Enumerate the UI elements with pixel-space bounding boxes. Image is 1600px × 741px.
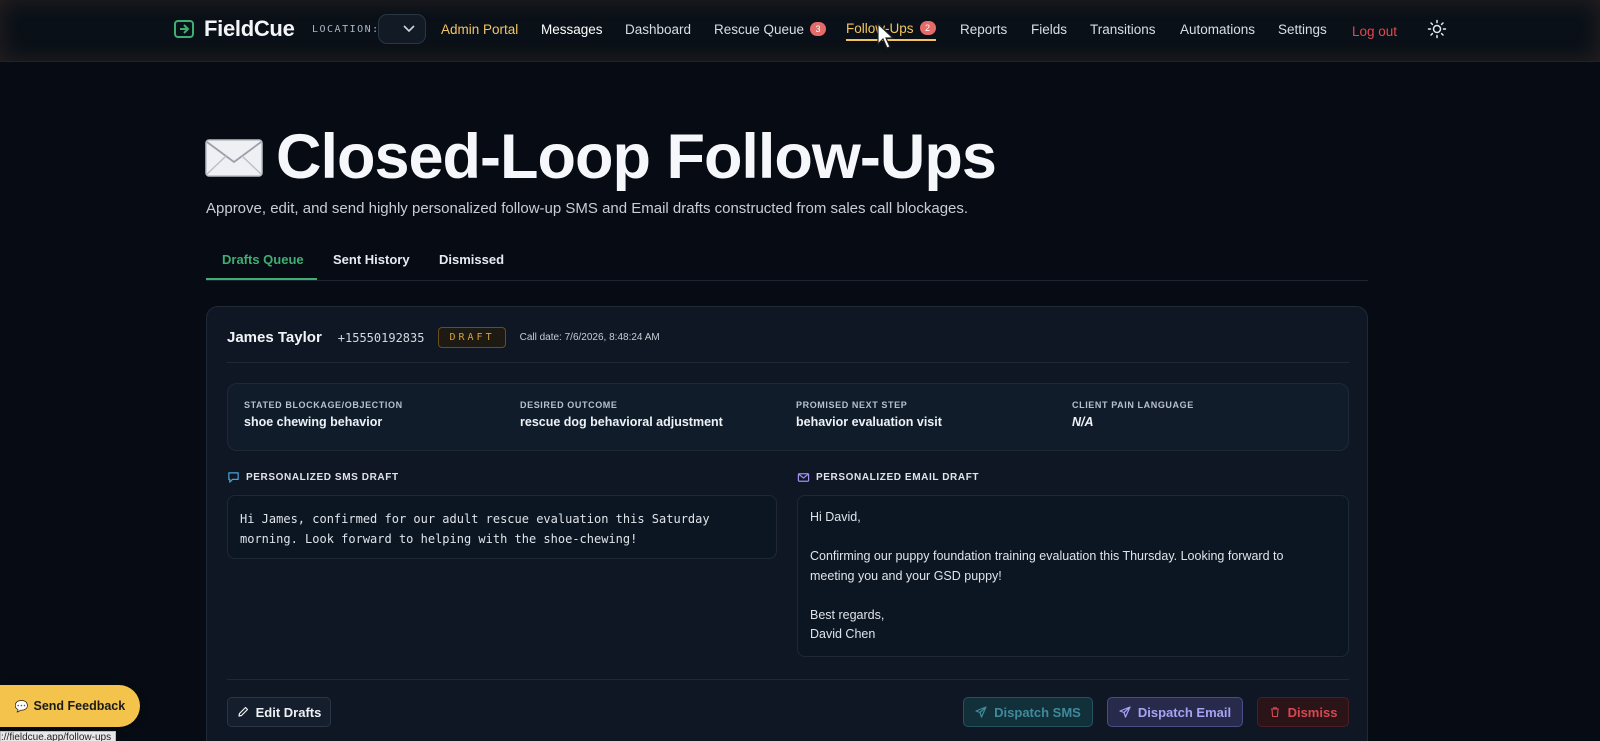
dismiss-button[interactable]: Dismiss [1257, 697, 1349, 727]
summary-label: PROMISED NEXT STEP [796, 400, 908, 410]
summary-value: behavior evaluation visit [796, 415, 942, 429]
nav-fields[interactable]: Fields [1031, 19, 1067, 41]
sun-icon[interactable] [1427, 19, 1447, 39]
sms-draft-label: PERSONALIZED SMS DRAFT [246, 472, 399, 483]
brand[interactable]: FieldCue [172, 16, 295, 42]
location-label: LOCATION: [312, 24, 380, 35]
page-subtitle: Approve, edit, and send highly personali… [206, 200, 969, 217]
logout-link[interactable]: Log out [1352, 21, 1397, 43]
mail-icon [797, 473, 810, 482]
send-icon [1119, 706, 1131, 718]
envelope-icon [205, 138, 263, 177]
contact-phone: +15550192835 [337, 330, 425, 345]
send-icon [975, 706, 987, 718]
draft-card-header: James Taylor +15550192835 DRAFT Call dat… [227, 327, 660, 348]
brand-name: FieldCue [204, 16, 295, 41]
summary-value: N/A [1072, 415, 1094, 429]
tab-drafts-queue[interactable]: Drafts Queue [222, 252, 304, 267]
chat-bubble-icon [228, 472, 239, 483]
edit-drafts-button[interactable]: Edit Drafts [227, 697, 331, 727]
call-date: Call date: 7/6/2026, 8:48:24 AM [519, 332, 660, 343]
summary-label: DESIRED OUTCOME [520, 400, 618, 410]
send-feedback-label: Send Feedback [33, 699, 126, 713]
top-nav: FieldCue LOCATION: Admin Portal Messages… [0, 0, 1600, 62]
chevron-down-icon [403, 25, 415, 33]
dispatch-sms-button[interactable]: Dispatch SMS [963, 697, 1093, 727]
edit-drafts-label: Edit Drafts [255, 704, 322, 720]
tab-sent-history[interactable]: Sent History [333, 252, 410, 267]
nav-transitions[interactable]: Transitions [1090, 19, 1156, 41]
page-title: Closed-Loop Follow-Ups [276, 122, 997, 192]
logo-icon [174, 20, 194, 38]
tab-dismissed[interactable]: Dismissed [439, 252, 504, 267]
summary-pain-language: CLIENT PAIN LANGUAGE N/A [1072, 400, 1194, 429]
nav-rescue-queue-label: Rescue Queue [714, 22, 805, 37]
speech-bubble-icon: 💬 [14, 700, 29, 713]
divider [227, 362, 1349, 363]
tab-bar: Drafts Queue Sent History Dismissed [206, 241, 1368, 281]
summary-next-step: PROMISED NEXT STEP behavior evaluation v… [796, 400, 942, 429]
status-badge: DRAFT [438, 327, 506, 348]
summary-desired-outcome: DESIRED OUTCOME rescue dog behavioral ad… [520, 400, 723, 429]
call-summary-panel: STATED BLOCKAGE/OBJECTION shoe chewing b… [227, 383, 1349, 451]
active-tab-indicator [206, 278, 317, 280]
summary-value: shoe chewing behavior [244, 415, 383, 429]
page-header: Closed-Loop Follow-Ups [204, 122, 997, 192]
nav-settings[interactable]: Settings [1278, 19, 1327, 41]
nav-reports[interactable]: Reports [960, 19, 1007, 41]
sms-draft-heading: PERSONALIZED SMS DRAFT [227, 471, 399, 484]
email-draft-label: PERSONALIZED EMAIL DRAFT [816, 472, 980, 483]
email-draft-text[interactable]: Hi David, Confirming our puppy foundatio… [797, 495, 1349, 657]
pointer-cursor-icon [877, 22, 895, 49]
dispatch-sms-label: Dispatch SMS [994, 704, 1081, 720]
sms-draft-text[interactable]: Hi James, confirmed for our adult rescue… [227, 495, 777, 559]
summary-label: CLIENT PAIN LANGUAGE [1072, 400, 1194, 410]
contact-name: James Taylor [227, 329, 322, 346]
status-bar-url: ://fieldcue.app/follow-ups [0, 731, 117, 741]
follow-ups-count-badge: 2 [919, 21, 936, 35]
summary-blockage: STATED BLOCKAGE/OBJECTION shoe chewing b… [244, 400, 403, 429]
nav-automations[interactable]: Automations [1180, 19, 1255, 41]
rescue-queue-count-badge: 3 [810, 22, 827, 36]
dispatch-email-label: Dispatch Email [1137, 704, 1232, 720]
nav-dashboard[interactable]: Dashboard [625, 19, 691, 41]
send-feedback-button[interactable]: 💬 Send Feedback [0, 685, 140, 727]
summary-label: STATED BLOCKAGE/OBJECTION [244, 400, 403, 410]
trash-icon [1270, 707, 1279, 718]
dispatch-email-button[interactable]: Dispatch Email [1107, 697, 1243, 727]
pencil-icon [238, 706, 248, 717]
nav-rescue-queue[interactable]: Rescue Queue 3 [714, 19, 827, 41]
draft-card: James Taylor +15550192835 DRAFT Call dat… [206, 306, 1368, 741]
divider [227, 679, 1349, 680]
email-draft-heading: PERSONALIZED EMAIL DRAFT [797, 471, 979, 484]
nav-messages[interactable]: Messages [541, 19, 603, 41]
nav-admin-portal[interactable]: Admin Portal [441, 19, 518, 41]
dismiss-label: Dismiss [1287, 704, 1338, 720]
location-select[interactable] [378, 14, 426, 44]
summary-value: rescue dog behavioral adjustment [520, 415, 723, 429]
